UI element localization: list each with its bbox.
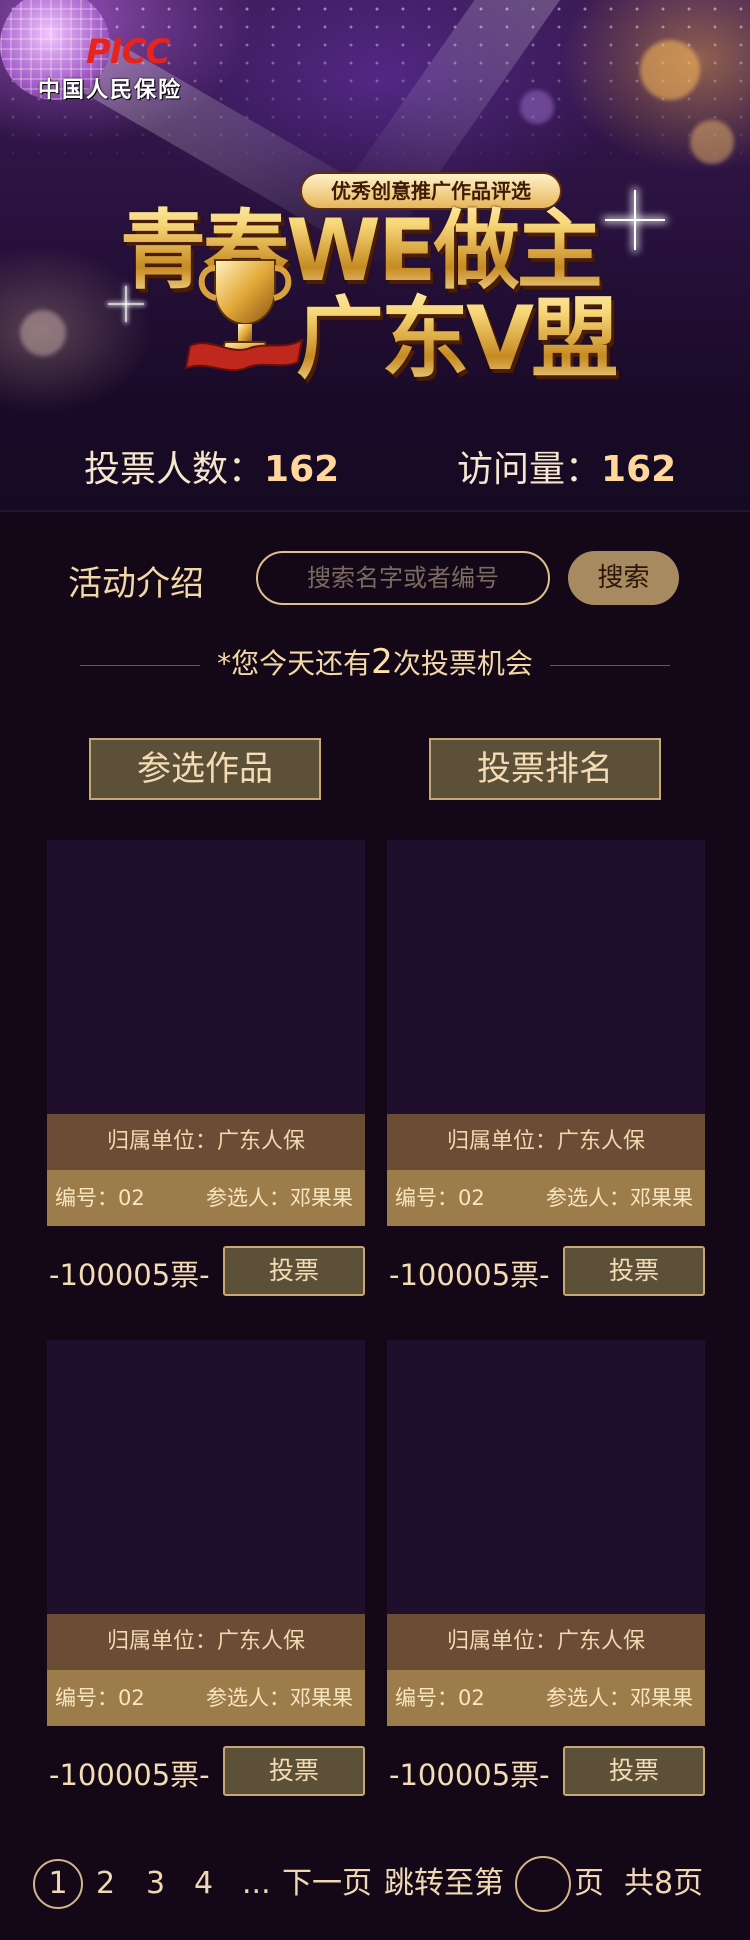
entry-entrant: 参选人：邓果果 [546,1686,693,1710]
visit-count-value: 162 [601,449,677,490]
visit-count: 访问量：162 [457,440,676,492]
search-input[interactable] [256,551,550,605]
logo-mark: PICC [86,32,170,72]
entry-meta: 编号：02 参选人：邓果果 [387,1670,705,1726]
bokeh-light [690,120,734,164]
entry-card[interactable]: 归属单位：广东人保 编号：02 参选人：邓果果 -100005票- 投票 [47,840,365,1296]
picc-logo: PICC 中国人民保险 [38,32,213,103]
tab-ranking[interactable]: 投票排名 [429,738,661,800]
entry-photo[interactable] [387,840,705,1114]
activity-intro-link[interactable]: 活动介绍 [68,556,204,605]
jump-label: 跳转至第 [384,1866,504,1901]
pagination: 1 2 3 4 ... 下一页 跳转至第 页 共8页 [0,1856,750,1912]
entry-meta: 编号：02 参选人：邓果果 [47,1170,365,1226]
visit-count-label: 访问量： [457,449,602,490]
sparkle-icon [108,286,144,322]
entry-number: 编号：02 [55,1186,145,1210]
bokeh-light [520,90,554,124]
entry-meta: 编号：02 参选人：邓果果 [47,1670,365,1726]
hero-banner: PICC 中国人民保险 优秀创意推广作品评选 青春WE做主 广东V盟 投票人数：… [0,0,750,512]
entry-card[interactable]: 归属单位：广东人保 编号：02 参选人：邓果果 -100005票- 投票 [387,1340,705,1796]
jump-page-input[interactable] [515,1856,571,1912]
voter-count: 投票人数：162 [84,440,339,492]
voter-count-value: 162 [264,449,340,490]
entry-unit: 归属单位：广东人保 [387,1114,705,1170]
entry-photo[interactable] [47,1340,365,1614]
entry-vote-count: -100005票- [49,1758,210,1792]
entry-card[interactable]: 归属单位：广东人保 编号：02 参选人：邓果果 -100005票- 投票 [47,1340,365,1796]
entry-card[interactable]: 归属单位：广东人保 编号：02 参选人：邓果果 -100005票- 投票 [387,840,705,1296]
entry-meta: 编号：02 参选人：邓果果 [387,1170,705,1226]
vote-button[interactable]: 投票 [223,1746,365,1796]
decor-line [550,665,670,666]
bokeh-light [640,40,700,100]
next-page-link[interactable]: 下一页 [282,1856,372,1912]
entry-photo[interactable] [387,1340,705,1614]
entry-vote-count: -100005票- [389,1758,550,1792]
entry-number: 编号：02 [395,1186,485,1210]
sparkle-icon [605,190,665,250]
vote-button[interactable]: 投票 [563,1246,705,1296]
search-button[interactable]: 搜索 [568,551,679,605]
entry-number: 编号：02 [55,1686,145,1710]
entry-entrant: 参选人：邓果果 [206,1186,353,1210]
entry-vote-count: -100005票- [389,1258,550,1292]
page-current[interactable]: 1 [33,1859,83,1909]
vote-chance-suffix: 次投票机会 [392,647,533,680]
entry-unit: 归属单位：广东人保 [47,1614,365,1670]
page-unit-label: 页 [574,1866,604,1901]
page-ellipsis: ... [242,1866,271,1901]
entry-unit: 归属单位：广东人保 [47,1114,365,1170]
logo-chinese-name: 中国人民保险 [38,78,183,103]
voter-count-label: 投票人数： [84,449,265,490]
vote-chance-count: 2 [371,642,393,682]
stats-bar: 投票人数：162 访问量：162 [0,440,750,490]
vote-button[interactable]: 投票 [563,1746,705,1796]
entry-vote-count: -100005票- [49,1258,210,1292]
page-link[interactable]: 2 [96,1856,115,1912]
section-divider [0,510,750,512]
vote-button[interactable]: 投票 [223,1246,365,1296]
decor-line [80,665,200,666]
entry-number: 编号：02 [395,1686,485,1710]
bokeh-light [20,310,66,356]
vote-chance-prefix: *您今天还有 [217,647,372,680]
vote-chance-notice: *您今天还有2次投票机会 [0,640,750,684]
tab-entries[interactable]: 参选作品 [89,738,321,800]
total-pages: 共8页 [624,1866,704,1901]
vote-chance-text: *您今天还有2次投票机会 [217,640,533,686]
entry-entrant: 参选人：邓果果 [206,1686,353,1710]
page-link[interactable]: 4 [194,1856,213,1912]
trophy-icon [184,259,304,372]
banner-title-line2: 广东V盟 [296,268,619,395]
page-link[interactable]: 3 [146,1856,165,1912]
entry-entrant: 参选人：邓果果 [546,1186,693,1210]
entry-photo[interactable] [47,840,365,1114]
entry-unit: 归属单位：广东人保 [387,1614,705,1670]
